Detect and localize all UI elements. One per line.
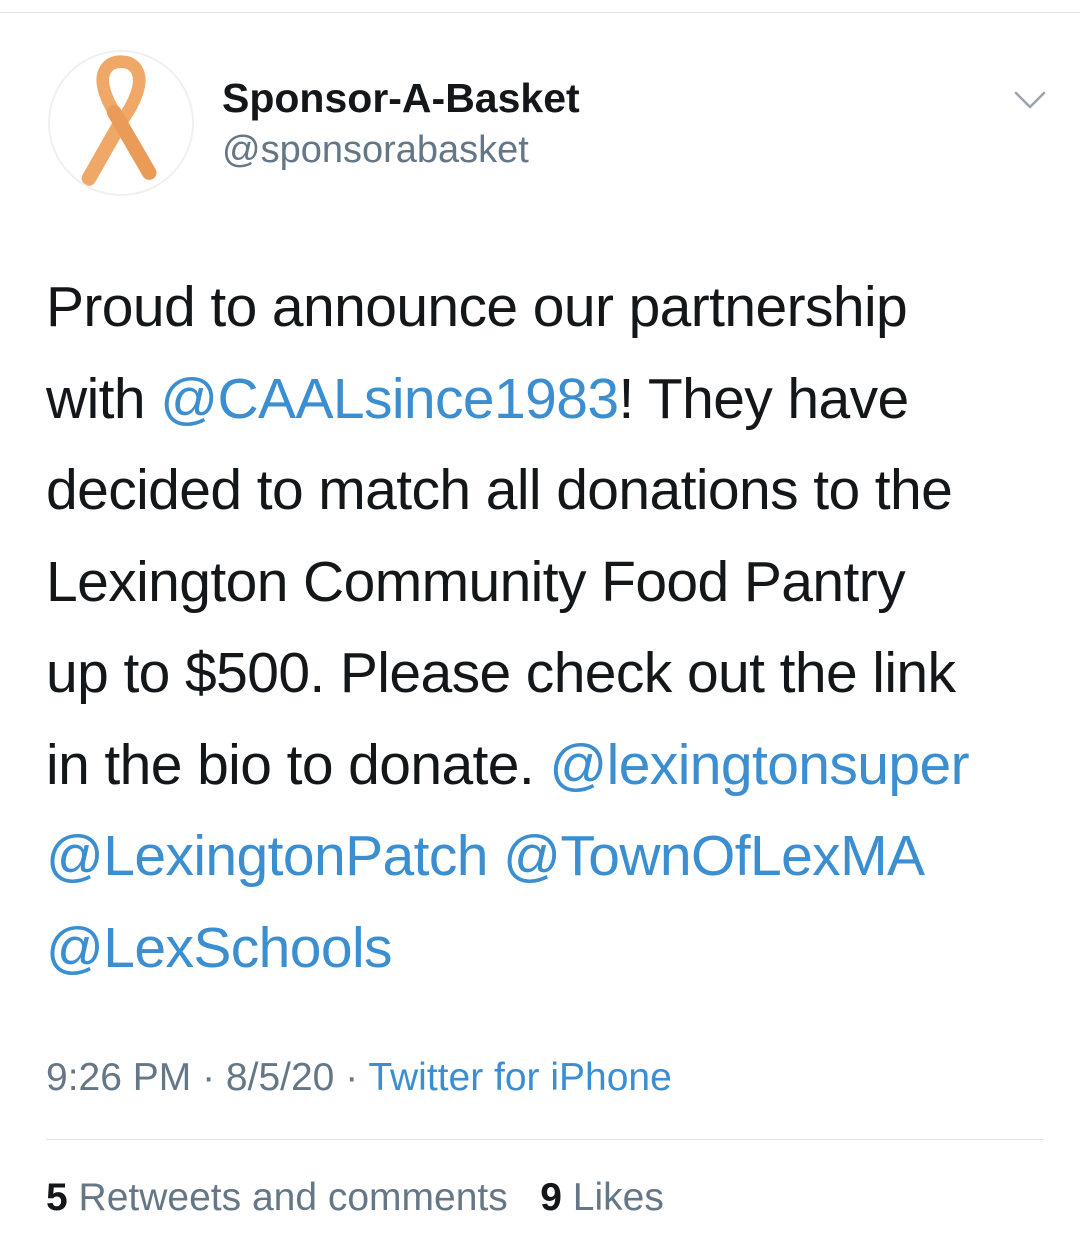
tweet-text-segment: decided to match all donations to the <box>46 458 953 522</box>
tweet-meta: 9:26 PM · 8/5/20 · Twitter for iPhone <box>46 1052 672 1104</box>
tweet-line: decided to match all donations to the <box>46 445 1056 537</box>
avatar[interactable] <box>48 50 194 196</box>
tweet-text-segment: with <box>46 366 161 431</box>
stats-divider <box>46 1139 1044 1140</box>
tweet-header: Sponsor-A-Basket @sponsorabasket <box>48 50 1048 200</box>
account-names: Sponsor-A-Basket @sponsorabasket <box>222 72 580 176</box>
mention-link[interactable]: @LexSchools <box>46 916 393 980</box>
tweet-line: Proud to announce our partnership <box>46 262 1056 354</box>
display-name[interactable]: Sponsor-A-Basket <box>222 72 580 124</box>
tweet-stats: 5 Retweets and comments 9 Likes <box>46 1172 664 1224</box>
chevron-down-icon[interactable] <box>1010 80 1050 120</box>
mention-link[interactable]: @LexingtonPatch <box>46 824 488 888</box>
meta-separator: · <box>334 1056 369 1099</box>
tweet-time[interactable]: 9:26 PM <box>46 1056 191 1099</box>
likes-count: 9 <box>540 1176 562 1219</box>
tweet-line: in the bio to donate. @lexingtonsuper <box>46 720 1056 812</box>
tweet-text-segment <box>488 824 503 888</box>
retweets-count: 5 <box>46 1176 68 1219</box>
likes-stat[interactable]: 9 Likes <box>540 1176 664 1219</box>
mention-link[interactable]: @CAALsince1983 <box>160 367 619 431</box>
tweet-line: Lexington Community Food Pantry <box>46 537 1056 629</box>
tweet-text-segment: ! They have <box>618 366 909 431</box>
tweet-text-segment: up to $500. Please check out the link <box>46 641 956 705</box>
account-handle[interactable]: @sponsorabasket <box>222 124 580 176</box>
retweets-label: Retweets and comments <box>67 1176 508 1219</box>
mention-link[interactable]: @TownOfLexMA <box>503 824 925 888</box>
tweet-text-segment: in the bio to donate. <box>46 732 550 797</box>
mention-link[interactable]: @lexingtonsuper <box>549 733 969 797</box>
orange-ribbon-icon <box>81 55 157 186</box>
tweet-date[interactable]: 8/5/20 <box>226 1056 334 1099</box>
tweet-line: up to $500. Please check out the link <box>46 628 1056 720</box>
tweet-text: Proud to announce our partnership with @C… <box>46 262 1056 994</box>
tweet-line: @LexingtonPatch @TownOfLexMA <box>46 811 1056 903</box>
meta-separator: · <box>191 1056 226 1099</box>
retweets-stat[interactable]: 5 Retweets and comments <box>46 1176 508 1219</box>
top-divider <box>0 12 1080 13</box>
tweet-text-segment: Proud to announce our partnership <box>46 275 908 339</box>
tweet-text-segment: Lexington Community Food Pantry <box>46 549 906 614</box>
likes-label: Likes <box>561 1176 664 1219</box>
tweet-line: with @CAALsince1983! They have <box>46 354 1056 446</box>
tweet-source-link[interactable]: Twitter for iPhone <box>368 1056 671 1099</box>
tweet-line: @LexSchools <box>46 903 1056 995</box>
